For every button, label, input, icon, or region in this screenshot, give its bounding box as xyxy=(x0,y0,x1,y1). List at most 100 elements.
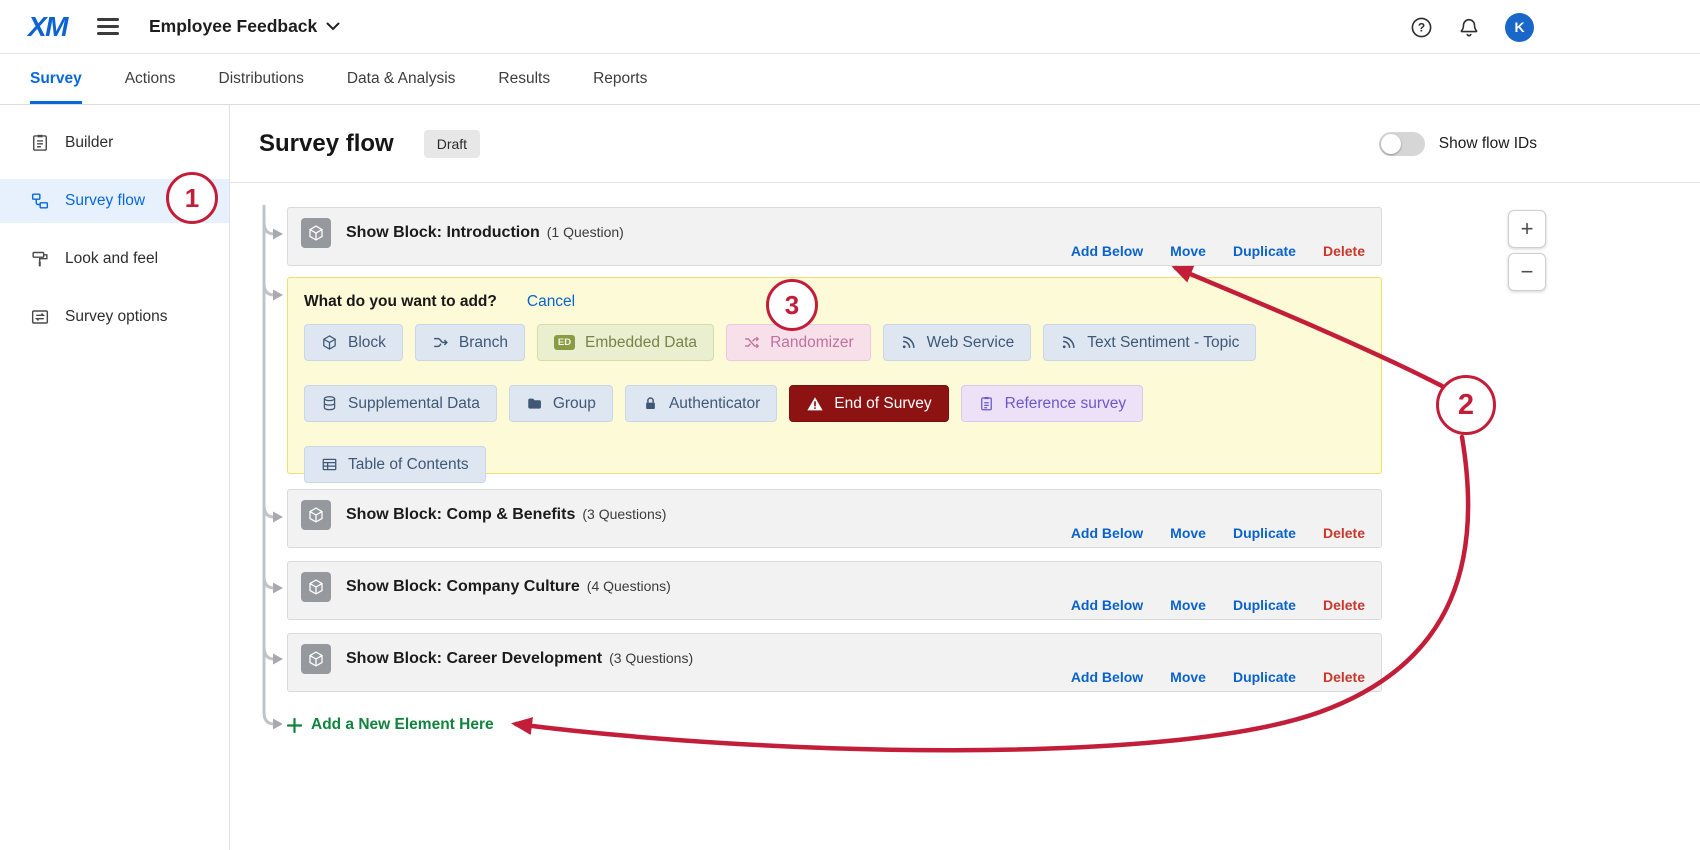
add-below-link[interactable]: Add Below xyxy=(1071,669,1143,685)
authenticator-button[interactable]: Authenticator xyxy=(625,385,777,422)
add-below-link[interactable]: Add Below xyxy=(1071,243,1143,259)
show-flow-ids-label: Show flow IDs xyxy=(1439,135,1537,153)
randomizer-icon xyxy=(743,334,760,351)
sidebar-item-label: Survey flow xyxy=(65,192,145,210)
web-service-button[interactable]: Web Service xyxy=(883,324,1032,361)
flow-block: Show Block: Comp & Benefits (3 Questions)… xyxy=(287,489,1382,548)
duplicate-link[interactable]: Duplicate xyxy=(1233,525,1296,541)
sidebar-item-survey-flow[interactable]: Survey flow xyxy=(0,179,229,223)
page-title: Survey flow xyxy=(259,130,394,158)
block-cube-icon xyxy=(301,218,331,248)
group-button[interactable]: Group xyxy=(509,385,613,422)
duplicate-link[interactable]: Duplicate xyxy=(1233,243,1296,259)
flow-block: Show Block: Career Development (3 Questio… xyxy=(287,633,1382,692)
block-question-count: (3 Questions) xyxy=(609,650,693,666)
toggle-knob xyxy=(1381,134,1401,154)
block-actions: Add Below Move Duplicate Delete xyxy=(1071,243,1365,259)
block-actions: Add Below Move Duplicate Delete xyxy=(1071,669,1365,685)
block-question-count: (1 Question) xyxy=(547,224,624,240)
end-of-survey-button[interactable]: End of Survey xyxy=(789,385,948,422)
nav-tabs: Survey Actions Distributions Data & Analysi… xyxy=(0,54,1700,105)
block-cube-icon xyxy=(301,572,331,602)
add-panel-header: What do you want to add? Cancel xyxy=(304,293,1365,311)
svg-text:?: ? xyxy=(1418,20,1425,34)
sidebar-item-survey-options[interactable]: Survey options xyxy=(0,295,229,339)
delete-link[interactable]: Delete xyxy=(1323,243,1365,259)
main-content: Survey flow Draft Show flow IDs xyxy=(230,105,1700,850)
topbar-right: ? K xyxy=(1410,0,1534,54)
supplemental-data-button[interactable]: Supplemental Data xyxy=(304,385,497,422)
branch-button[interactable]: Branch xyxy=(415,324,525,361)
sidebar-item-label: Builder xyxy=(65,134,113,152)
notifications-bell-icon[interactable] xyxy=(1458,16,1480,38)
show-flow-ids-control: Show flow IDs xyxy=(1379,132,1537,156)
status-badge: Draft xyxy=(424,130,480,158)
table-of-contents-icon xyxy=(321,456,338,473)
survey-flow-icon xyxy=(30,191,50,211)
show-flow-ids-toggle[interactable] xyxy=(1379,132,1425,156)
block-actions: Add Below Move Duplicate Delete xyxy=(1071,525,1365,541)
user-avatar[interactable]: K xyxy=(1505,13,1534,42)
sidebar-item-look-and-feel[interactable]: Look and feel xyxy=(0,237,229,281)
embedded-data-icon: ED xyxy=(554,335,575,350)
add-new-element-link[interactable]: Add a New Element Here xyxy=(287,716,494,734)
text-sentiment-topic-button[interactable]: Text Sentiment - Topic xyxy=(1043,324,1256,361)
branch-icon xyxy=(432,334,449,351)
tab-reports[interactable]: Reports xyxy=(593,54,647,104)
flow-column: Show Block: Introduction (1 Question) Add … xyxy=(287,207,1382,734)
block-title: Show Block: Career Development xyxy=(346,650,602,668)
add-new-element-label: Add a New Element Here xyxy=(311,716,494,734)
move-link[interactable]: Move xyxy=(1170,597,1206,613)
help-icon[interactable]: ? xyxy=(1410,16,1433,39)
flow-body: Show Block: Introduction (1 Question) Add … xyxy=(230,183,1700,850)
duplicate-link[interactable]: Duplicate xyxy=(1233,597,1296,613)
tab-data-analysis[interactable]: Data & Analysis xyxy=(347,54,456,104)
zoom-out-button[interactable]: − xyxy=(1508,253,1546,291)
sidebar-item-builder[interactable]: Builder xyxy=(0,121,229,165)
block-icon xyxy=(321,334,338,351)
delete-link[interactable]: Delete xyxy=(1323,597,1365,613)
block-cube-icon xyxy=(301,644,331,674)
reference-survey-icon xyxy=(978,395,995,412)
embedded-data-button[interactable]: EDEmbedded Data xyxy=(537,324,714,361)
move-link[interactable]: Move xyxy=(1170,669,1206,685)
xm-logo: XM xyxy=(28,11,67,43)
survey-options-icon xyxy=(30,307,50,327)
flow-block: Show Block: Company Culture (4 Questions)… xyxy=(287,561,1382,620)
web-service-icon xyxy=(900,334,917,351)
hamburger-menu-icon[interactable] xyxy=(97,18,119,35)
move-link[interactable]: Move xyxy=(1170,243,1206,259)
duplicate-link[interactable]: Duplicate xyxy=(1233,669,1296,685)
tab-distributions[interactable]: Distributions xyxy=(219,54,304,104)
block-title: Show Block: Introduction xyxy=(346,224,540,242)
table-of-contents-button[interactable]: Table of Contents xyxy=(304,446,486,483)
delete-link[interactable]: Delete xyxy=(1323,669,1365,685)
add-options: Block Branch EDEmbedded Data Randomizer Web … xyxy=(304,324,1365,483)
block-question-count: (3 Questions) xyxy=(582,506,666,522)
block-question-count: (4 Questions) xyxy=(587,578,671,594)
move-link[interactable]: Move xyxy=(1170,525,1206,541)
project-dropdown[interactable]: Employee Feedback xyxy=(149,16,340,37)
text-sentiment-icon xyxy=(1060,334,1077,351)
add-prompt: What do you want to add? xyxy=(304,293,497,311)
tab-results[interactable]: Results xyxy=(498,54,550,104)
randomizer-button[interactable]: Randomizer xyxy=(726,324,871,361)
authenticator-icon xyxy=(642,395,659,412)
reference-survey-button[interactable]: Reference survey xyxy=(961,385,1143,422)
block-button[interactable]: Block xyxy=(304,324,403,361)
block-title: Show Block: Company Culture xyxy=(346,578,580,596)
block-title: Show Block: Comp & Benefits xyxy=(346,506,575,524)
delete-link[interactable]: Delete xyxy=(1323,525,1365,541)
zoom-in-button[interactable]: + xyxy=(1508,210,1546,248)
end-of-survey-icon xyxy=(806,395,824,413)
top-bar: XM Employee Feedback ? K xyxy=(0,0,1700,54)
tab-survey[interactable]: Survey xyxy=(30,54,82,104)
project-name: Employee Feedback xyxy=(149,16,317,37)
cancel-link[interactable]: Cancel xyxy=(527,293,575,311)
flow-blocks-bottom: Show Block: Comp & Benefits (3 Questions)… xyxy=(287,489,1382,692)
add-below-link[interactable]: Add Below xyxy=(1071,597,1143,613)
add-element-panel: What do you want to add? Cancel Block Bra… xyxy=(287,277,1382,474)
add-below-link[interactable]: Add Below xyxy=(1071,525,1143,541)
flow-header: Survey flow Draft Show flow IDs xyxy=(230,105,1700,183)
tab-actions[interactable]: Actions xyxy=(125,54,176,104)
